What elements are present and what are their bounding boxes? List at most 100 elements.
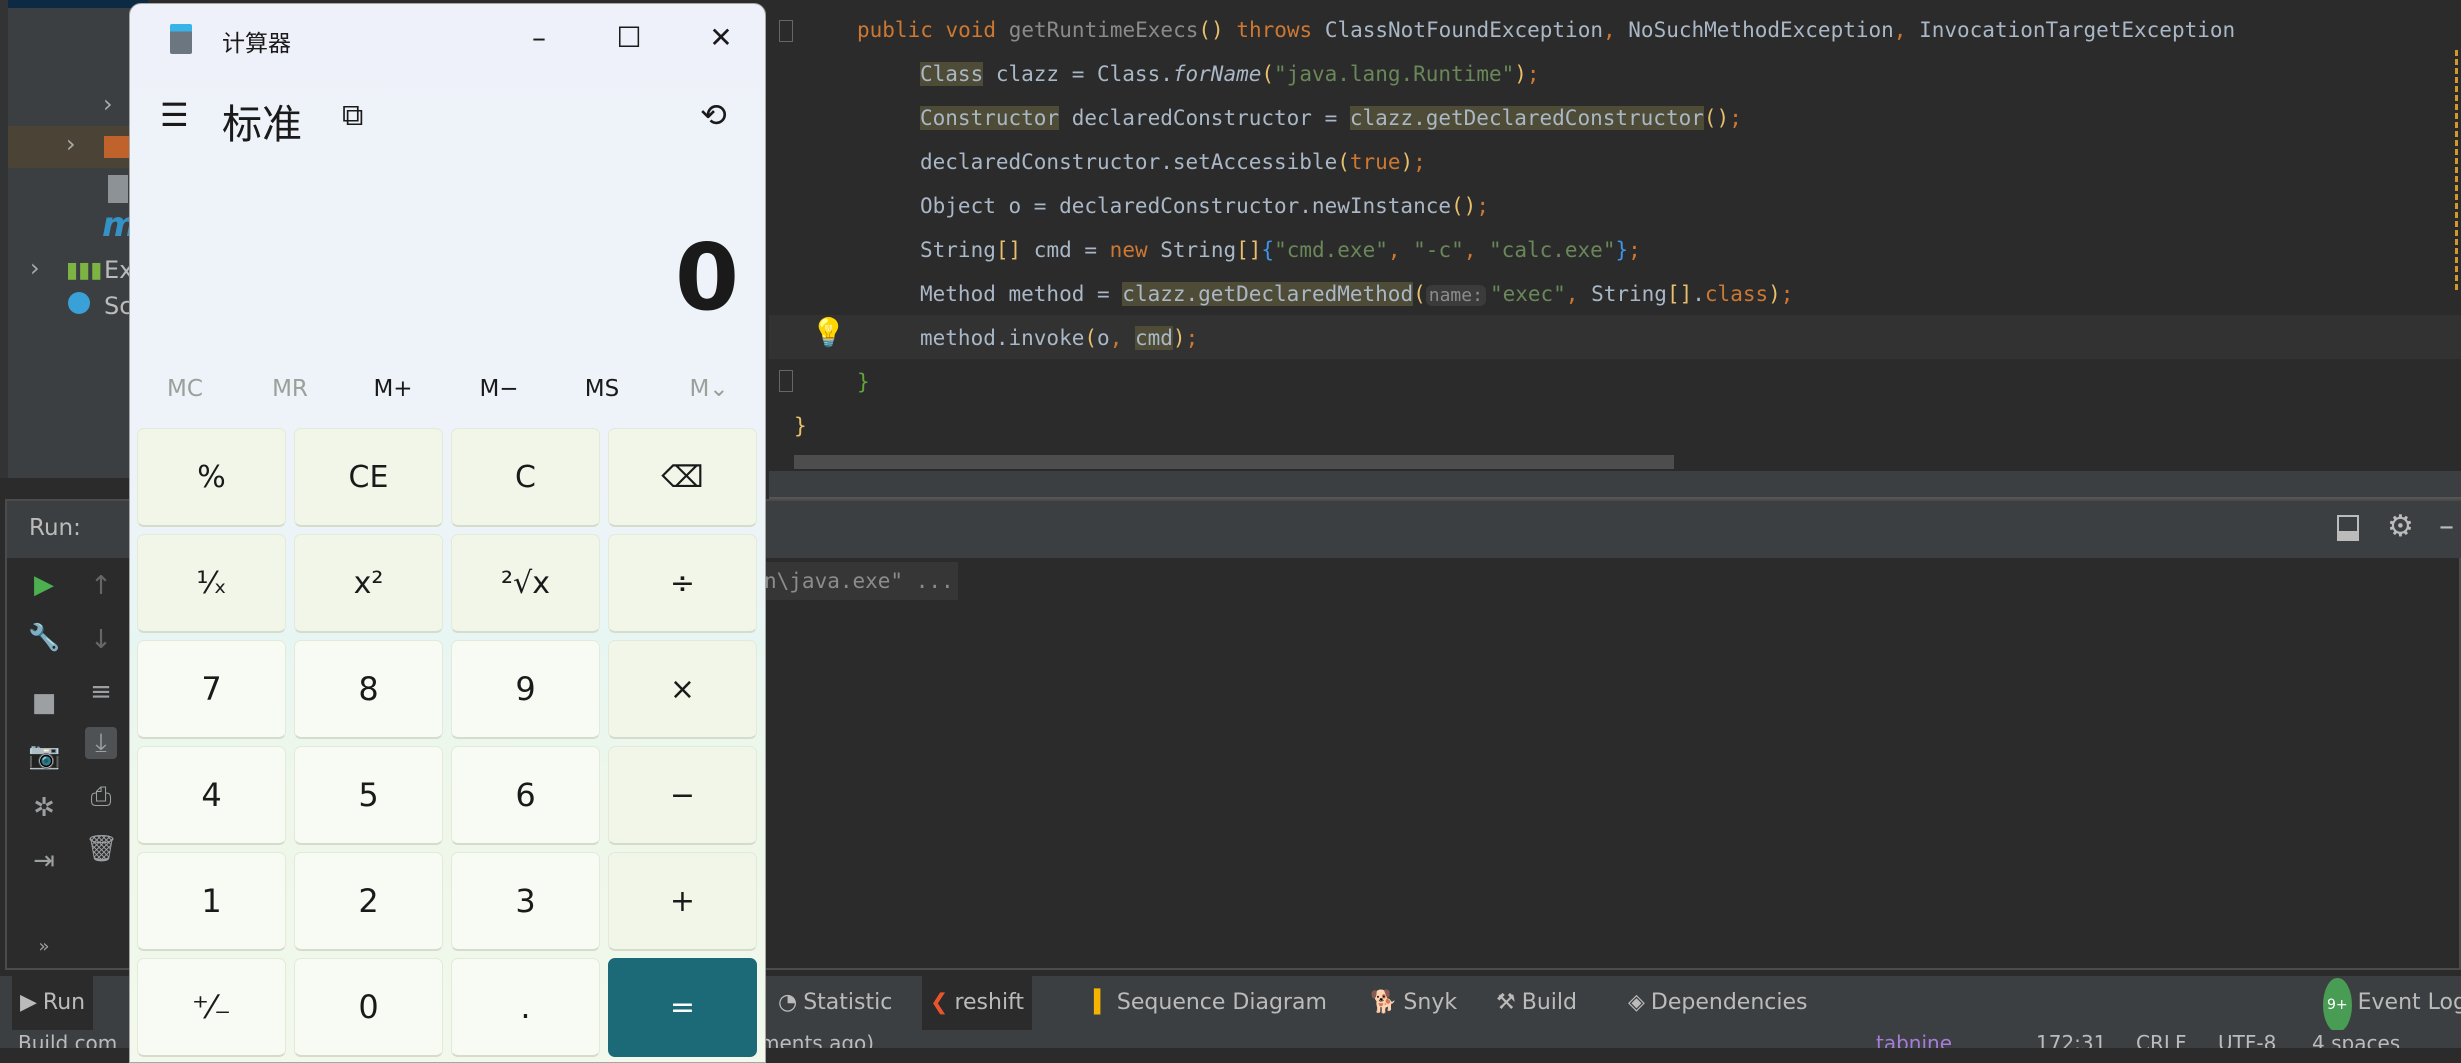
calc-key[interactable]: = bbox=[608, 958, 757, 1057]
calc-key[interactable]: % bbox=[137, 428, 286, 527]
rerun-play-icon[interactable]: ▶ bbox=[28, 569, 60, 601]
code-line[interactable]: String[] cmd = new String[]{"cmd.exe", "… bbox=[920, 228, 1641, 272]
calc-key[interactable]: 8 bbox=[294, 640, 443, 739]
minimize-icon[interactable]: – bbox=[2439, 509, 2454, 544]
minimize-button[interactable]: – bbox=[514, 16, 564, 60]
calc-key[interactable]: 4 bbox=[137, 746, 286, 845]
camera-icon[interactable]: 📷 bbox=[28, 740, 60, 772]
tree-row-selected-folder[interactable]: › bbox=[8, 126, 148, 168]
calc-key[interactable]: ¹⁄ₓ bbox=[137, 534, 286, 633]
horizontal-scrollbar[interactable] bbox=[794, 455, 1674, 469]
code-line[interactable]: } bbox=[794, 404, 807, 448]
memory-button[interactable]: M⌄ bbox=[669, 376, 749, 402]
code-token: ; bbox=[1185, 326, 1199, 350]
calc-key[interactable]: − bbox=[608, 746, 757, 845]
calc-key[interactable]: . bbox=[451, 958, 600, 1057]
fold-marker-icon[interactable] bbox=[779, 370, 793, 392]
tab-event-log[interactable]: 9+ Event Log bbox=[2315, 976, 2461, 1032]
fold-marker-icon[interactable] bbox=[779, 20, 793, 42]
calc-key[interactable]: 9 bbox=[451, 640, 600, 739]
memory-button[interactable]: MS bbox=[562, 376, 642, 402]
code-line[interactable]: method.invoke(o, cmd); bbox=[920, 316, 1198, 360]
calc-key[interactable]: x² bbox=[294, 534, 443, 633]
tab-snyk[interactable]: 🐕 Snyk bbox=[1362, 976, 1465, 1030]
code-token: Object o = declaredConstructor.newInstan… bbox=[920, 194, 1452, 218]
tree-item-scratches[interactable]: Scr bbox=[8, 288, 148, 330]
chevron-right-icon[interactable]: › bbox=[66, 130, 76, 158]
print-icon[interactable]: ⎙ bbox=[85, 781, 117, 813]
calc-key[interactable]: ⌫ bbox=[608, 428, 757, 527]
indent-setting[interactable]: 4 spaces bbox=[2312, 1030, 2400, 1048]
memory-button[interactable]: MR bbox=[250, 376, 330, 402]
calc-key[interactable]: 0 bbox=[294, 958, 443, 1057]
code-line[interactable]: Class clazz = Class.forName("java.lang.R… bbox=[920, 52, 1540, 96]
calc-key[interactable]: × bbox=[608, 640, 757, 739]
code-line[interactable]: declaredConstructor.setAccessible(true); bbox=[920, 140, 1426, 184]
layout-icon[interactable] bbox=[2337, 515, 2359, 541]
caret-position[interactable]: 172:31 bbox=[2036, 1030, 2106, 1048]
reshift-icon: ❮ bbox=[930, 990, 949, 1015]
stop-icon[interactable]: ■ bbox=[28, 687, 60, 719]
calc-key[interactable]: 6 bbox=[451, 746, 600, 845]
tab-sequence-diagram[interactable]: ▍ Sequence Diagram bbox=[1086, 976, 1335, 1030]
exit-icon[interactable]: ⇥ bbox=[28, 845, 60, 877]
console-output[interactable]: n\java.exe" ... bbox=[760, 562, 958, 600]
calc-key[interactable]: ²√x bbox=[451, 534, 600, 633]
soft-wrap-icon[interactable]: ≡ bbox=[85, 676, 117, 708]
run-tab[interactable]: ▶ Run bbox=[12, 976, 94, 1030]
tab-statistic[interactable]: ◔ Statistic bbox=[770, 976, 900, 1030]
calc-key[interactable]: CE bbox=[294, 428, 443, 527]
scroll-to-end-icon[interactable]: ⤓ bbox=[85, 727, 117, 759]
up-arrow-icon[interactable]: ↑ bbox=[85, 570, 117, 602]
sequence-diagram-icon: ▍ bbox=[1094, 990, 1111, 1015]
statistic-icon: ◔ bbox=[778, 990, 798, 1015]
close-button[interactable]: ✕ bbox=[696, 16, 746, 60]
tab-dependencies[interactable]: ◈ Dependencies bbox=[1620, 976, 1816, 1030]
memory-button[interactable]: M+ bbox=[353, 376, 433, 402]
chevron-right-icon[interactable]: › bbox=[30, 254, 40, 282]
gear-icon[interactable]: ⚙ bbox=[2387, 509, 2414, 544]
wrench-icon[interactable]: 🔧 bbox=[28, 622, 60, 654]
chevron-right-icon[interactable]: › bbox=[103, 90, 113, 118]
trash-icon[interactable]: 🗑 bbox=[85, 833, 118, 865]
more-icon[interactable]: » bbox=[28, 931, 60, 963]
maximize-button[interactable]: ☐ bbox=[604, 16, 654, 60]
down-arrow-icon[interactable]: ↓ bbox=[85, 624, 117, 656]
file-encoding[interactable]: UTF-8 bbox=[2218, 1030, 2276, 1048]
run-title: Run: bbox=[29, 515, 81, 541]
code-line[interactable]: public void getRuntimeExecs() throws Cla… bbox=[857, 8, 2235, 52]
calc-key[interactable]: 5 bbox=[294, 746, 443, 845]
code-token: , bbox=[1387, 238, 1414, 262]
calc-key[interactable]: 3 bbox=[451, 852, 600, 951]
code-line[interactable]: Method method = clazz.getDeclaredMethod(… bbox=[920, 272, 1793, 316]
tab-build[interactable]: ⚒ Build bbox=[1488, 976, 1585, 1030]
history-icon[interactable]: ⟲ bbox=[700, 96, 727, 134]
calc-key[interactable]: 2 bbox=[294, 852, 443, 951]
calc-key[interactable]: 7 bbox=[137, 640, 286, 739]
tab-label: Sequence Diagram bbox=[1116, 990, 1327, 1015]
code-line[interactable]: Constructor declaredConstructor = clazz.… bbox=[920, 96, 1742, 140]
hamburger-menu-icon[interactable]: ☰ bbox=[160, 96, 189, 134]
code-token: o bbox=[1097, 326, 1110, 350]
calc-key[interactable]: ÷ bbox=[608, 534, 757, 633]
code-token: String bbox=[1591, 282, 1667, 306]
code-token: throws bbox=[1223, 18, 1325, 42]
code-line[interactable]: Object o = declaredConstructor.newInstan… bbox=[920, 184, 1489, 228]
keep-on-top-icon[interactable]: ⧉ bbox=[342, 98, 363, 133]
panel-splitter[interactable] bbox=[769, 471, 2461, 499]
calc-key[interactable]: 1 bbox=[137, 852, 286, 951]
status-message[interactable]: Build com bbox=[18, 1030, 117, 1048]
calc-key[interactable]: C bbox=[451, 428, 600, 527]
tree-item-external-libraries[interactable]: › ▮▮▮ Ext bbox=[8, 248, 148, 290]
settings-bug-icon[interactable]: ✲ bbox=[28, 792, 60, 824]
line-separator[interactable]: CRLF bbox=[2136, 1030, 2187, 1048]
code-editor[interactable]: public void getRuntimeExecs() throws Cla… bbox=[769, 0, 2461, 471]
tab-reshift[interactable]: ❮ reshift bbox=[922, 976, 1033, 1030]
lightbulb-icon[interactable]: 💡 bbox=[811, 316, 846, 349]
tabnine-status[interactable]: tabnine bbox=[1876, 1030, 1952, 1048]
calc-key[interactable]: + bbox=[608, 852, 757, 951]
memory-button[interactable]: MC bbox=[145, 376, 225, 402]
memory-button[interactable]: M− bbox=[459, 376, 539, 402]
code-line[interactable]: } bbox=[857, 360, 870, 404]
calc-key[interactable]: ⁺⁄₋ bbox=[137, 958, 286, 1057]
